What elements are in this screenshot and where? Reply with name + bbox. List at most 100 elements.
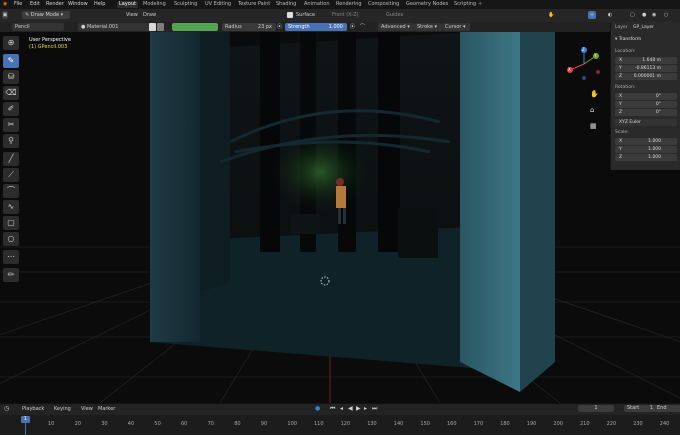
- tool-erase-icon[interactable]: ⌫: [3, 86, 19, 100]
- grab-hand-icon[interactable]: ✋: [548, 11, 554, 19]
- frame-tick-label: 200: [553, 421, 563, 427]
- navigation-gizmo[interactable]: Z X Y: [566, 46, 602, 82]
- tab-animation[interactable]: Animation: [302, 1, 332, 8]
- tool-eyedropper-icon[interactable]: ⚲: [3, 134, 19, 148]
- tab-uv-editing[interactable]: UV Editing: [203, 1, 233, 8]
- tool-circle-icon[interactable]: ○: [3, 232, 19, 246]
- tool-tint-icon[interactable]: ✐: [3, 102, 19, 116]
- playback-menu[interactable]: Playback: [22, 406, 44, 412]
- tool-polyline-icon[interactable]: ⟋: [3, 168, 19, 182]
- perspective-toggle-icon[interactable]: ▦: [590, 122, 597, 130]
- layer-value[interactable]: GP_Layer: [633, 25, 654, 30]
- location-x-field[interactable]: X 1.648 m: [615, 57, 677, 64]
- guides-toggle[interactable]: Guides: [386, 11, 403, 19]
- current-frame-field[interactable]: 1: [578, 405, 614, 412]
- frame-tick-label: 20: [74, 421, 81, 427]
- tab-compositing[interactable]: Compositing: [366, 1, 401, 8]
- scale-x-field[interactable]: X 1.000: [615, 138, 677, 145]
- play-icon[interactable]: ▶: [356, 405, 361, 412]
- surface-toggle-icon[interactable]: [287, 12, 293, 18]
- stroke-dropdown[interactable]: Stroke ▾: [414, 23, 442, 31]
- color-swatch[interactable]: [172, 23, 218, 31]
- mode-dropdown[interactable]: ✎ Draw Mode ▾: [22, 11, 70, 19]
- transform-panel-header[interactable]: ▾ Transform: [615, 37, 641, 42]
- tool-draw-icon[interactable]: ✎: [3, 54, 19, 68]
- frame-tick-label: 70: [207, 421, 214, 427]
- playhead[interactable]: 1: [21, 416, 30, 423]
- play-reverse-icon[interactable]: ◀: [348, 405, 353, 412]
- location-y-field[interactable]: Y -0.86113 m: [615, 65, 677, 72]
- material-selector[interactable]: ● Material.001: [78, 23, 150, 31]
- brush-selector[interactable]: Pencil: [12, 23, 64, 31]
- radius-slider[interactable]: Radius 23 px: [222, 23, 276, 31]
- tool-fill-icon[interactable]: ⛁: [3, 70, 19, 84]
- 3d-viewport[interactable]: User Perspective (1) GPencil.003 Z X Y ✋…: [0, 32, 680, 403]
- overlay-icon[interactable]: ◐: [608, 11, 612, 19]
- pan-hand-icon[interactable]: ✋: [590, 90, 599, 98]
- pressure-icon[interactable]: ⦿: [277, 23, 282, 31]
- add-workspace-icon[interactable]: +: [478, 1, 482, 7]
- view-menu[interactable]: View: [126, 11, 138, 19]
- frame-tick-label: 180: [500, 421, 510, 427]
- front-plane-dropdown[interactable]: Front (X-Z): [332, 11, 359, 19]
- cursor-dropdown[interactable]: Cursor ▾: [442, 23, 470, 31]
- blender-logo-icon[interactable]: ◉: [3, 1, 7, 7]
- prev-key-icon[interactable]: ◂: [340, 405, 343, 412]
- rotation-y-field[interactable]: Y 0°: [615, 101, 677, 108]
- tab-modeling[interactable]: Modeling: [141, 1, 168, 8]
- next-key-icon[interactable]: ▸: [364, 405, 367, 412]
- shading-material-icon[interactable]: ◉: [652, 11, 656, 19]
- tab-sculpting[interactable]: Sculpting: [172, 1, 199, 8]
- tool-line-icon[interactable]: ╱: [3, 152, 19, 166]
- surface-label[interactable]: Surface: [296, 11, 315, 19]
- color-mode-icon[interactable]: [149, 23, 156, 31]
- location-z-field[interactable]: Z 0.000001 m: [615, 73, 677, 80]
- curve-icon[interactable]: ⌒: [360, 23, 365, 31]
- tool-annotate-icon[interactable]: ✏: [3, 268, 19, 282]
- tab-scripting[interactable]: Scripting: [452, 1, 478, 8]
- record-icon[interactable]: ●: [315, 405, 320, 412]
- rotation-x-field[interactable]: X 0°: [615, 93, 677, 100]
- tab-rendering[interactable]: Rendering: [334, 1, 364, 8]
- end-frame-field[interactable]: End: [654, 405, 680, 412]
- menu-edit[interactable]: Edit: [30, 1, 40, 7]
- scale-y-field[interactable]: Y 1.000: [615, 146, 677, 153]
- editor-type-icon[interactable]: ▣: [2, 11, 8, 19]
- shading-solid-icon[interactable]: ●: [642, 11, 646, 19]
- menu-window[interactable]: Window: [68, 1, 88, 7]
- vertex-color-icon[interactable]: [157, 23, 164, 31]
- tool-cutter-icon[interactable]: ✂: [3, 118, 19, 132]
- marker-menu[interactable]: Marker: [98, 406, 115, 412]
- frame-tick-label: 80: [234, 421, 241, 427]
- start-frame-field[interactable]: Start 1: [624, 405, 656, 412]
- tool-arc-icon[interactable]: ⌒: [3, 184, 19, 198]
- strength-pressure-icon[interactable]: ⦿: [350, 23, 355, 31]
- jump-end-icon[interactable]: ⏭: [372, 405, 377, 413]
- timeline-view-menu[interactable]: View: [81, 406, 93, 412]
- menu-render[interactable]: Render: [46, 1, 64, 7]
- tab-texture-paint[interactable]: Texture Paint: [236, 1, 272, 8]
- strength-slider[interactable]: Strength 1.000: [285, 23, 347, 31]
- tab-shading[interactable]: Shading: [274, 1, 298, 8]
- scale-z-field[interactable]: Z 1.000: [615, 154, 677, 161]
- advanced-dropdown[interactable]: Advanced ▾: [378, 23, 414, 31]
- tool-cursor-icon[interactable]: ⊕: [3, 36, 19, 50]
- xray-icon[interactable]: ▢: [630, 11, 635, 19]
- menu-file[interactable]: File: [14, 1, 22, 7]
- tab-geometry-nodes[interactable]: Geometry Nodes: [404, 1, 450, 8]
- tool-interpolate-icon[interactable]: ⋯: [3, 250, 19, 264]
- tool-curve-icon[interactable]: ∿: [3, 200, 19, 214]
- shading-rendered-icon[interactable]: ○: [664, 11, 668, 19]
- menu-help[interactable]: Help: [94, 1, 105, 7]
- jump-start-icon[interactable]: ⏮: [330, 405, 335, 413]
- tool-box-icon[interactable]: ▢: [3, 216, 19, 230]
- timeline-editor-type-icon[interactable]: ◷: [4, 405, 9, 412]
- keying-menu[interactable]: Keying: [54, 406, 71, 412]
- camera-view-icon[interactable]: ⌂: [590, 106, 594, 114]
- draw-menu[interactable]: Draw: [143, 11, 156, 19]
- tab-layout[interactable]: Layout: [117, 1, 138, 8]
- rotation-z-field[interactable]: Z 0°: [615, 109, 677, 116]
- sidebar-n-panel: Layer GP_Layer ▾ Transform Location: X 1.…: [610, 22, 680, 170]
- rotation-mode-dropdown[interactable]: XYZ Euler: [615, 119, 677, 126]
- gizmo-toggle-icon[interactable]: ⊹: [588, 11, 597, 19]
